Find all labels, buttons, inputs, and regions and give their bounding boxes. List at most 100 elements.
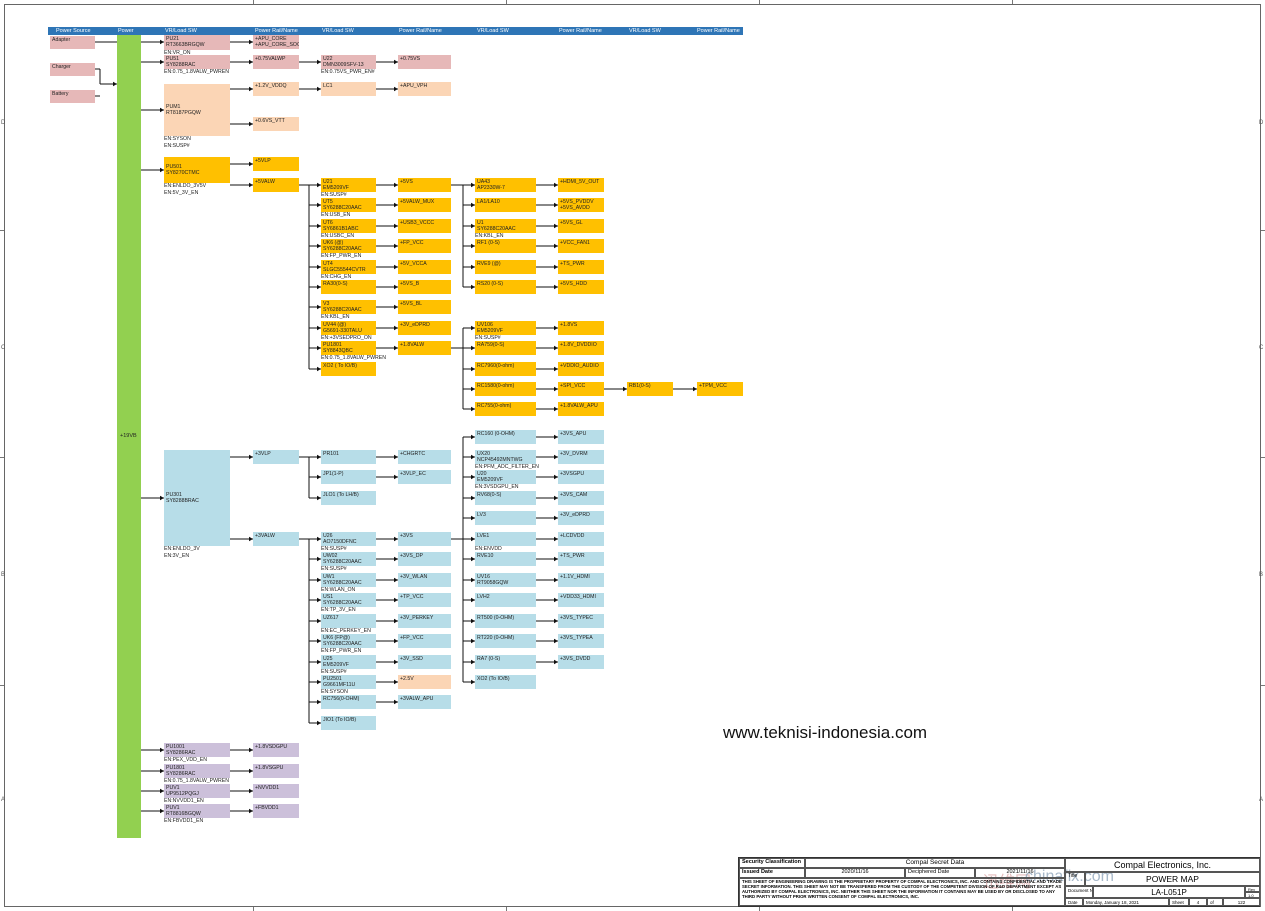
node-label: G9661MF11U [323, 682, 356, 689]
node-xo2b: XO2 (To IO/B) [475, 675, 536, 689]
node-jp1: JP1(1-P) [321, 470, 376, 484]
zone-tick [253, 907, 254, 911]
node-label: RT3663BRGQW [166, 42, 205, 49]
node-label: +APU_CORE_SOC [255, 42, 299, 49]
node-pvddv: +5VS_PVDDV +5VS_AVDD [558, 198, 604, 212]
node-label: +1.8VS [560, 322, 578, 328]
node-dvdd: +3VS_DVDD [558, 655, 604, 669]
node-vcc_fan1: +VCC_FAN1 [558, 239, 604, 253]
node-v5valw_mux: +5VALW_MUX [398, 198, 451, 212]
node-uv44: UV44 (@) G5691-330TALU [321, 321, 376, 335]
node-label: +TS_PWR [560, 553, 585, 559]
node-label: RT8816BGQW [166, 811, 201, 818]
node-tp_vcc: +TP_VCC [398, 593, 451, 607]
node-label: RT500 (0-OHM) [477, 615, 515, 621]
node-label: SY8288RAC [166, 62, 196, 69]
node-chgrtc: +CHGRTC [398, 450, 451, 464]
node-label: RT9058GQW [477, 580, 509, 587]
node-pum1: PUM1 RT8187PGQW [164, 84, 230, 136]
node-label: XO2 ( To IO/B) [323, 363, 357, 369]
enable-signal: EN:FP_PWR_EN [321, 648, 362, 654]
zone-label-right: A [1259, 797, 1264, 803]
node-label: +5V_VCCA [400, 261, 427, 267]
node-v5v_vcca: +5V_VCCA [398, 260, 451, 274]
node-label: +0.75VS [400, 56, 421, 62]
enable-signal: EN:ENLDO_3V5V [164, 183, 207, 189]
node-label: EM5209VF [477, 328, 503, 335]
node-v3valw: +3VALW [253, 532, 299, 546]
node-rb1: RB1(0-S) [627, 382, 673, 396]
node-label: UP9512PQGJ [166, 791, 199, 798]
deciphered-date-label: Deciphered Date [905, 868, 975, 878]
node-label: +3VLP [255, 451, 271, 457]
node-u22: U22 DMN3009SFV-13 [321, 55, 376, 69]
node-lvh2: LVH2 [475, 593, 536, 607]
node-label: +3VS_TYPEC [560, 615, 594, 621]
header-col-0: Power Source [56, 28, 91, 34]
node-v3_dvrm: +3V_DVRM [558, 450, 604, 464]
node-label: +NVVDD1 [255, 785, 280, 791]
node-label: +2.5V [400, 676, 414, 682]
node-label: RT220 (0-OHM) [477, 635, 515, 641]
node-pu51: PU51 SY8288RAC [164, 55, 230, 69]
node-label: +TP_VCC [400, 594, 424, 600]
node-label: +3V_WLAN [400, 574, 428, 580]
node-rc756: RC756(0-OHM) [321, 695, 376, 709]
site-watermark[interactable]: www.teknisi-indonesia.com [723, 723, 927, 743]
node-label: EM5209VF [323, 185, 349, 192]
node-v3edprd: +3V_eDPRD [398, 321, 451, 335]
node-v3_ssd: +3V_SSD [398, 655, 451, 669]
node-label: +TPM_VCC [699, 383, 727, 389]
node-label: +CHGRTC [400, 451, 426, 457]
node-label: SY6288C20AAC [323, 641, 362, 648]
node-label: +FP_VCC [400, 240, 424, 246]
node-label: LA1/LA10 [477, 199, 500, 205]
node-label: +0.6VS_VTT [255, 118, 285, 124]
node-v25v: +2.5V [398, 675, 451, 689]
enable-signal: EN:SYSON [164, 136, 191, 142]
zone-tick [0, 457, 4, 458]
node-label: AO7150DFNC [323, 539, 357, 546]
node-label: G5691-330TALU [323, 328, 362, 335]
node-v3_edprd: +3V_eDPRD [558, 511, 604, 525]
node-ut4: UT4 SLGC55544CVTR [321, 260, 376, 274]
node-label: JP1(1-P) [323, 471, 344, 477]
node-label: +3VS_CAM [560, 492, 588, 498]
node-label: RVE9 (@) [477, 261, 501, 267]
node-label: +5VS_HDD [560, 281, 587, 287]
node-v11_hdmi: +1.1V_HDMI [558, 573, 604, 587]
node-label: SLGC55544CVTR [323, 267, 366, 274]
header-col-6: VR/Load SW [477, 28, 509, 34]
node-label: +LCDVDD [560, 533, 585, 539]
issued-date: 2020/11/16 [805, 868, 905, 878]
zone-label-left: A [1, 797, 6, 803]
security-classification: Compal Secret Data [805, 858, 1065, 868]
main-rail: +19VB [117, 35, 141, 838]
node-label: SY6288C20AAC [323, 580, 362, 587]
header-col-2: VR/Load SW [165, 28, 197, 34]
of-label: of [1207, 898, 1223, 906]
node-label: LC1 [323, 83, 333, 89]
node-uv16: UV16 RT9058GQW [475, 573, 536, 587]
node-label: SY8270CTMC [166, 170, 200, 176]
node-v3valw_apu: +3VALW_APU [398, 695, 451, 709]
node-pr101: PR101 [321, 450, 376, 464]
node-tpea: +3VS_TYPEA [558, 634, 604, 648]
node-v3_wlan: +3V_WLAN [398, 573, 451, 587]
zone-tick [253, 0, 254, 4]
node-label: +1.8VSGPU [255, 765, 284, 771]
node-label: +3VS_APU [560, 431, 587, 437]
node-pu1001: PU1001 SY8286RAC [164, 743, 230, 757]
node-valw_apu18: +1.8VALW_APU [558, 402, 604, 416]
node-label: UZ617 [323, 615, 339, 621]
node-rs20: RS20 (0-S) [475, 280, 536, 294]
node-rc160: RC160 (0-OHM) [475, 430, 536, 444]
node-v3vlp: +3VLP [253, 450, 299, 464]
node-v5vlp: +5VLP [253, 157, 299, 171]
node-label: SY8288BRAC [166, 498, 199, 504]
node-label: RVE10 [477, 553, 494, 559]
node-label: +3VS_DP [400, 553, 423, 559]
zone-tick [1261, 230, 1265, 231]
enable-signal: EN:0.75_1.8VALW_PWREN [321, 355, 386, 361]
node-label: RC160 (0-OHM) [477, 431, 515, 437]
